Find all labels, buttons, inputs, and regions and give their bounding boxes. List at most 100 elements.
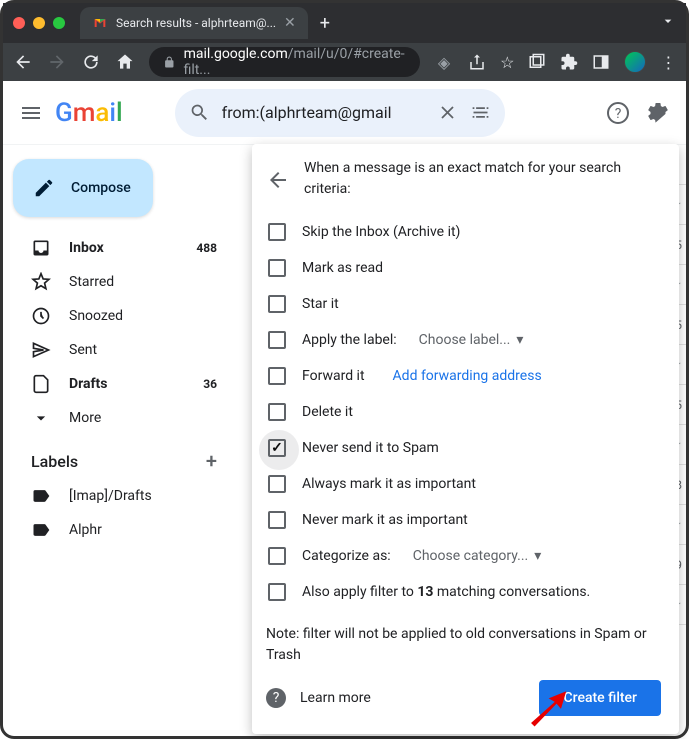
sidebar-item-sent[interactable]: Sent: [11, 333, 235, 367]
checkbox[interactable]: [268, 223, 286, 241]
search-options-icon[interactable]: [470, 102, 491, 123]
option-star[interactable]: Star it: [266, 286, 661, 322]
gmail-header: Gmail ?: [3, 81, 686, 145]
option-apply-label[interactable]: Apply the label:Choose label... ▾: [266, 322, 661, 358]
eye-icon[interactable]: ◈: [434, 52, 454, 72]
add-forwarding-link[interactable]: Add forwarding address: [393, 368, 542, 384]
sidebar-item-label: Snoozed: [69, 308, 123, 324]
sidebar-item-inbox[interactable]: Inbox 488: [11, 231, 235, 265]
clock-icon: [31, 306, 51, 326]
sidepanel-icon[interactable]: [592, 53, 610, 71]
share-icon[interactable]: [468, 53, 486, 71]
sidebar-item-label: More: [69, 410, 101, 426]
search-input[interactable]: [222, 103, 425, 122]
sidebar-item-drafts[interactable]: Drafts 36: [11, 367, 235, 401]
svg-text:?: ?: [615, 106, 622, 122]
tabs-dropdown-icon[interactable]: [660, 13, 676, 33]
settings-icon[interactable]: [646, 101, 670, 125]
labels-title: Labels: [31, 452, 78, 471]
bookmark-icon[interactable]: ☆: [500, 53, 514, 72]
search-icon[interactable]: [189, 102, 210, 123]
option-always-important[interactable]: Always mark it as important: [266, 466, 661, 502]
checkbox[interactable]: [268, 367, 286, 385]
option-also-apply[interactable]: Also apply filter to 13 matching convers…: [266, 574, 661, 610]
checkbox[interactable]: [268, 547, 286, 565]
gmail-logo[interactable]: Gmail: [55, 98, 123, 128]
url-host: mail.google.com: [184, 46, 288, 62]
help-icon: ?: [266, 688, 286, 708]
back-icon[interactable]: [266, 160, 290, 200]
browser-tab[interactable]: Search results - alphrteam@... ✕: [80, 7, 308, 39]
option-categorize[interactable]: Categorize as:Choose category... ▾: [266, 538, 661, 574]
reload-icon[interactable]: [81, 52, 101, 72]
filter-options-popup: When a message is an exact match for you…: [252, 144, 679, 734]
checkbox[interactable]: [268, 403, 286, 421]
annotation-arrow: [524, 686, 568, 734]
checkbox[interactable]: [268, 331, 286, 349]
drafts-count: 36: [203, 377, 217, 391]
forward-icon[interactable]: [47, 52, 67, 72]
url-input[interactable]: mail.google.com/mail/u/0/#create-filt...: [149, 47, 420, 77]
window-controls: [13, 17, 65, 29]
sidebar-item-label: Alphr: [69, 522, 102, 538]
clear-search-icon[interactable]: [437, 102, 458, 123]
sidebar-item-label: [Imap]/Drafts: [69, 488, 152, 504]
close-tab-icon[interactable]: ✕: [284, 15, 296, 31]
search-box[interactable]: [175, 89, 505, 137]
send-icon: [31, 340, 51, 360]
checkbox[interactable]: [268, 259, 286, 277]
pencil-icon: [33, 177, 55, 199]
label-dropdown[interactable]: Choose label... ▾: [419, 332, 524, 348]
option-forward[interactable]: Forward itAdd forwarding address: [266, 358, 661, 394]
sidebar-item-more[interactable]: More: [11, 401, 235, 435]
back-icon[interactable]: [13, 52, 33, 72]
checkbox[interactable]: [268, 295, 286, 313]
sidebar-item-label: Sent: [69, 342, 97, 358]
option-never-spam[interactable]: Never send it to Spam: [266, 430, 661, 466]
collections-icon[interactable]: [528, 53, 546, 71]
labels-header: Labels +: [11, 435, 235, 479]
filter-note: Note: filter will not be applied to old …: [266, 624, 661, 666]
checkbox[interactable]: [268, 583, 286, 601]
label-icon: [31, 520, 51, 540]
sidebar-item-label: Drafts: [69, 376, 107, 392]
inbox-icon: [31, 238, 51, 258]
chevron-down-icon: [31, 408, 51, 428]
option-skip-inbox[interactable]: Skip the Inbox (Archive it): [266, 214, 661, 250]
home-icon[interactable]: [115, 52, 135, 72]
help-icon[interactable]: ?: [606, 101, 630, 125]
checkbox[interactable]: [268, 511, 286, 529]
compose-label: Compose: [71, 180, 131, 196]
learn-more-link[interactable]: Learn more: [300, 690, 371, 706]
sidebar: Compose Inbox 488 Starred Snoozed Sent D…: [3, 145, 243, 736]
maximize-window-button[interactable]: [53, 17, 65, 29]
option-never-important[interactable]: Never mark it as important: [266, 502, 661, 538]
close-window-button[interactable]: [13, 17, 25, 29]
main-menu-icon[interactable]: [19, 101, 43, 125]
kebab-menu-icon[interactable]: ⋮: [660, 53, 676, 72]
compose-button[interactable]: Compose: [13, 159, 153, 217]
label-icon: [31, 486, 51, 506]
star-icon: [31, 272, 51, 292]
profile-avatar[interactable]: [624, 51, 646, 73]
sidebar-label-imap-drafts[interactable]: [Imap]/Drafts: [11, 479, 235, 513]
main-content: Compose Inbox 488 Starred Snoozed Sent D…: [3, 145, 686, 736]
minimize-window-button[interactable]: [33, 17, 45, 29]
browser-tab-bar: Search results - alphrteam@... ✕ +: [3, 3, 686, 43]
lock-icon: [163, 56, 176, 69]
extensions-icon[interactable]: [560, 53, 578, 71]
tab-title: Search results - alphrteam@...: [116, 16, 276, 30]
checkbox[interactable]: [268, 475, 286, 493]
option-delete[interactable]: Delete it: [266, 394, 661, 430]
add-label-icon[interactable]: +: [206, 449, 217, 473]
sidebar-item-snoozed[interactable]: Snoozed: [11, 299, 235, 333]
sidebar-item-label: Inbox: [69, 240, 104, 256]
option-mark-read[interactable]: Mark as read: [266, 250, 661, 286]
sidebar-item-starred[interactable]: Starred: [11, 265, 235, 299]
checkbox-checked[interactable]: [268, 439, 286, 457]
sidebar-item-label: Starred: [69, 274, 114, 290]
sidebar-label-alphr[interactable]: Alphr: [11, 513, 235, 547]
new-tab-button[interactable]: +: [320, 13, 330, 34]
document-icon: [31, 374, 51, 394]
category-dropdown[interactable]: Choose category... ▾: [413, 548, 542, 564]
